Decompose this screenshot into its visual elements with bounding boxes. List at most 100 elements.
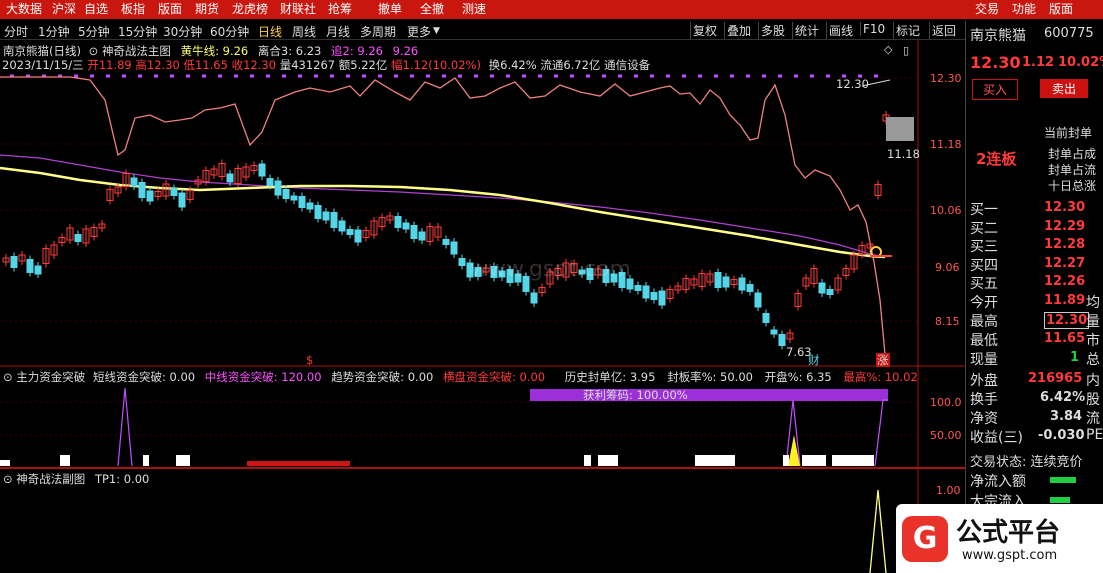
rp-block-bar <box>1050 497 1070 503</box>
maxhigh-value: 10.02 <box>884 370 918 384</box>
bid-price[interactable]: 12.29 <box>1044 219 1085 234</box>
candle-body <box>818 282 826 294</box>
sub2-spike <box>869 489 887 573</box>
pink-indicator-line <box>0 76 887 366</box>
rp-notice2: 封单占成 <box>1048 147 1097 161</box>
candle-body <box>290 195 298 201</box>
rp-stock-code: 600775 <box>1044 26 1094 41</box>
stat-value: 1 <box>1070 350 1080 365</box>
candle-body <box>410 225 418 239</box>
candle-body <box>770 329 778 335</box>
bid-price[interactable]: 12.30 <box>1044 200 1085 215</box>
high-price-label: 12.30 <box>836 77 869 91</box>
mark-cai[interactable]: 财 <box>808 353 820 367</box>
menu-function[interactable]: 功能 <box>1012 1 1036 18</box>
candle-body <box>74 234 82 242</box>
short-label: 短线资金突破: <box>92 370 166 384</box>
maxhigh-label: 最高%: <box>843 370 882 384</box>
mark-zhang[interactable]: 涨 <box>876 353 890 367</box>
rp-price: 12.30 <box>970 53 1021 72</box>
rp-buy-button[interactable]: 买入 <box>972 79 1019 100</box>
logo-text: 公式平台 <box>956 518 1061 548</box>
candle-body <box>34 265 42 275</box>
price-tick-4: 9.06 <box>935 261 960 274</box>
logo-url: www.gspt.com <box>962 548 1058 563</box>
rp-eps-label: 收益(三) <box>970 430 1023 446</box>
candle-body <box>170 188 178 196</box>
rp-notice1: 当前封单 <box>1044 126 1093 140</box>
candle-body <box>754 292 762 308</box>
menu-trade[interactable]: 交易 <box>975 1 999 18</box>
candle-body <box>634 285 642 291</box>
sub1-spike-3 <box>874 399 888 467</box>
tp-label: TP1: <box>94 472 121 486</box>
sub1-spike-1 <box>117 387 133 467</box>
hist-value: 3.95 <box>629 370 656 384</box>
rp-trade-status: 交易状态: 连续竞价 <box>970 455 1083 470</box>
rp-sell-button[interactable]: 卖出 <box>1040 79 1089 98</box>
rp-outer-label: 外盘 <box>970 373 998 389</box>
menu-layout[interactable]: 版面 <box>1049 1 1073 18</box>
kline-chart[interactable] <box>0 0 965 573</box>
sub2-title[interactable]: 神奇战法副图 <box>16 472 85 486</box>
stat-label: 今开 <box>970 295 998 311</box>
sub2-collapse-icon[interactable]: ⊙ <box>3 472 13 486</box>
sub1-tick-1: 100.0 <box>930 396 962 409</box>
bid-price[interactable]: 12.26 <box>1044 274 1085 289</box>
bid-label: 买三 <box>970 239 998 255</box>
candle-body <box>274 180 282 196</box>
rp-turn-value: 6.42% <box>1040 390 1086 405</box>
stat-label: 最低 <box>970 333 998 349</box>
candle-body <box>746 284 754 292</box>
bid-price[interactable]: 12.28 <box>1044 237 1085 252</box>
mid-value: 120.00 <box>281 370 322 384</box>
sub1-collapse-icon[interactable]: ⊙ <box>3 370 13 384</box>
stat-value: 11.89 <box>1044 293 1086 308</box>
candle-body <box>130 177 138 187</box>
rp-net-label: 净资 <box>970 411 998 427</box>
candle-body <box>338 220 346 232</box>
candle-body <box>650 292 658 300</box>
candle-body <box>722 276 730 288</box>
candle-body <box>826 289 834 295</box>
sub1-tick-2: 50.00 <box>930 429 962 442</box>
candle-body <box>226 173 234 183</box>
candle-body <box>394 216 402 228</box>
short-value: 0.00 <box>169 370 196 384</box>
rp-outer-suffix: 内 <box>1086 373 1100 389</box>
sub1-title[interactable]: 主力资金突破 <box>16 370 85 384</box>
candle-body <box>266 178 274 186</box>
candle-body <box>146 190 154 202</box>
candle-body <box>306 202 314 210</box>
stat-label: 最高 <box>970 314 998 330</box>
rp-eps-suffix: PE <box>1086 427 1103 443</box>
stat-label: 现量 <box>970 352 998 368</box>
mid-label: 中线资金突破: <box>204 370 278 384</box>
mark-dollar[interactable]: $ <box>306 353 313 367</box>
candle-body <box>402 222 410 230</box>
candle-body <box>10 256 18 268</box>
candle-body <box>762 313 770 323</box>
rp-eps-value: -0.030 <box>1038 428 1085 443</box>
hpan-label: 横盘资金突破: <box>442 370 516 384</box>
rp-outer-value: 216965 <box>1028 371 1083 386</box>
bid-price[interactable]: 12.27 <box>1044 256 1085 271</box>
stat-suffix: 市 <box>1086 333 1100 349</box>
candle-body <box>418 231 426 241</box>
bid-label: 买五 <box>970 276 998 292</box>
rp-notice3: 封单占流 <box>1048 163 1097 177</box>
bid-label: 买二 <box>970 220 998 237</box>
seal-label: 封板率%: <box>667 370 717 384</box>
watermark-text: www.gspt.com <box>470 257 631 282</box>
seal-value: 50.00 <box>720 370 753 384</box>
candlesticks <box>2 111 890 350</box>
price-tick-2: 11.18 <box>930 138 962 151</box>
stat-suffix: 总 <box>1086 352 1100 368</box>
stat-suffix: 均 <box>1086 295 1100 311</box>
candle-body <box>314 205 322 219</box>
rp-pct: 10.02% <box>1058 55 1103 70</box>
rp-notice4: 十日总涨 <box>1048 179 1097 193</box>
sub1-header: ⊙ 主力资金突破 短线资金突破: 0.00 中线资金突破: 120.00 趋势资… <box>3 370 918 384</box>
price-tick-3: 10.06 <box>930 204 962 217</box>
trend-label: 趋势资金突破: <box>331 370 405 384</box>
